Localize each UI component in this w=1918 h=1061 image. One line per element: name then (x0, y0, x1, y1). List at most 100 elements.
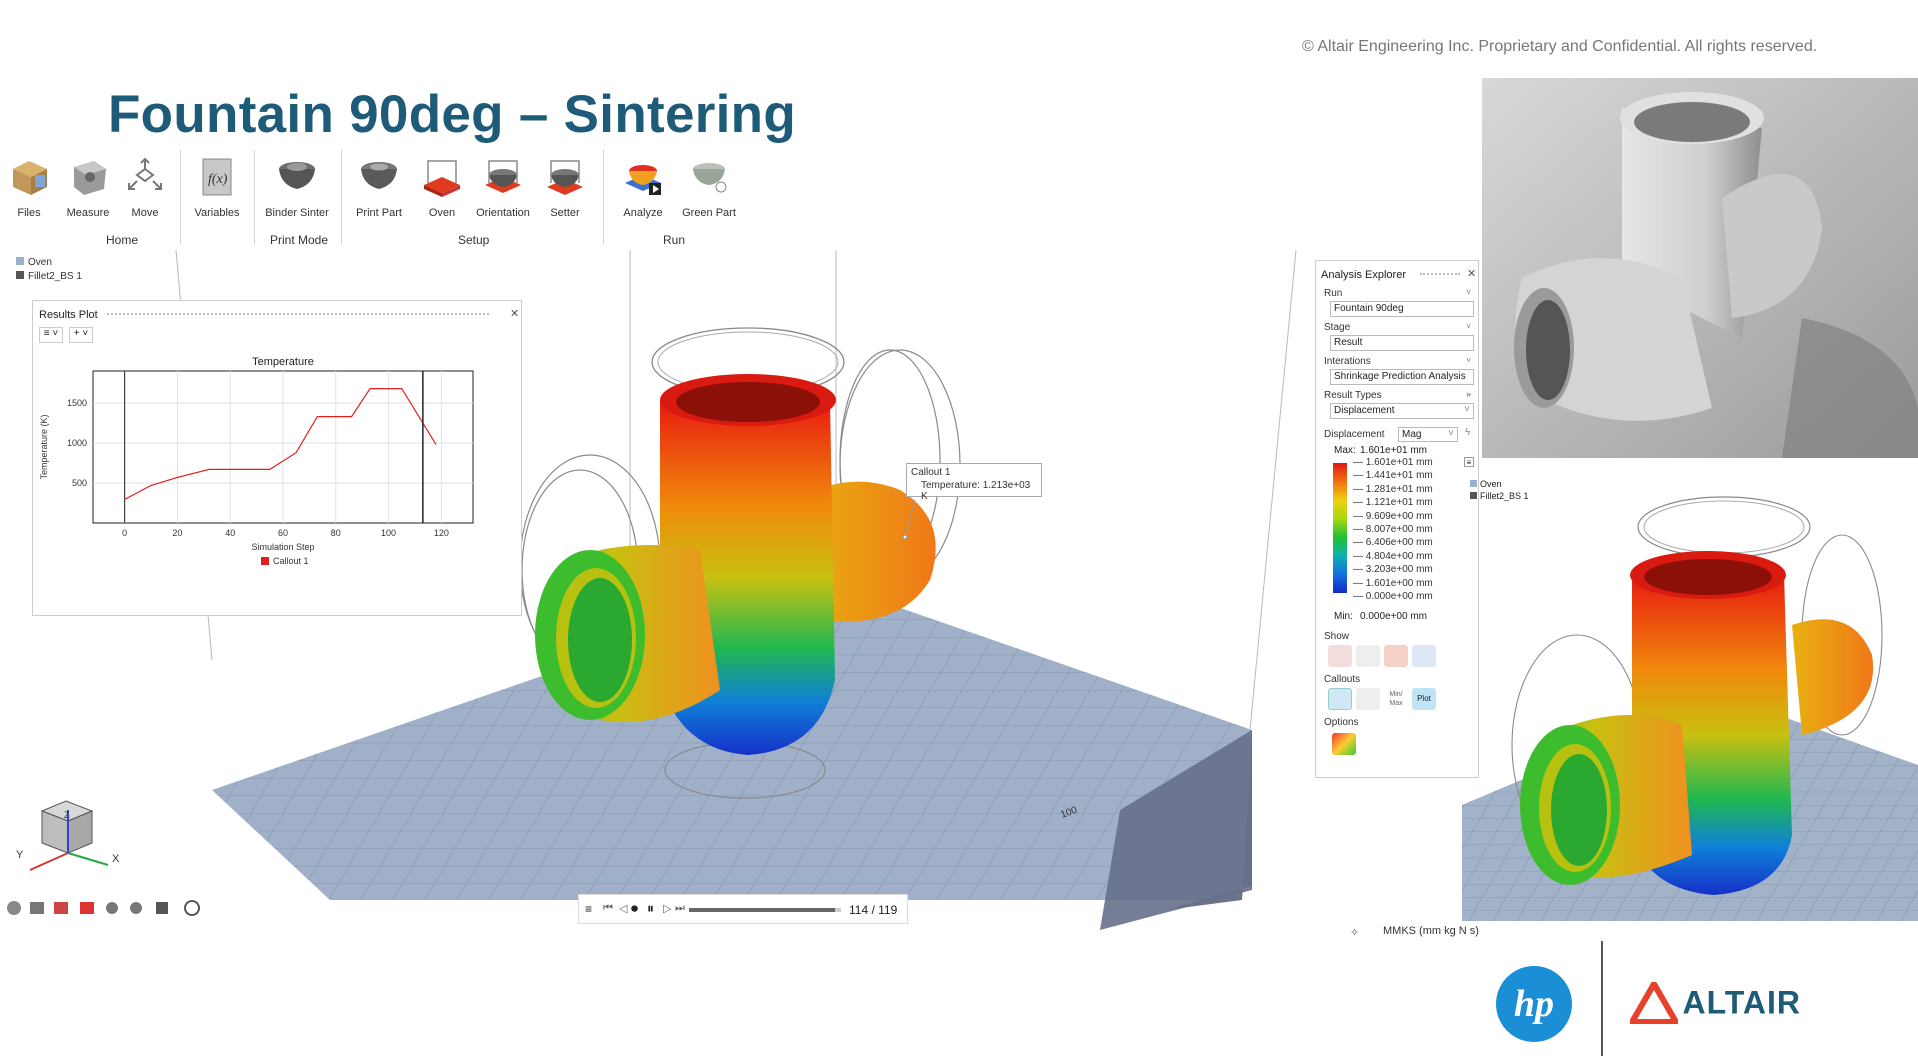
green-part-button[interactable]: Green Part (673, 155, 745, 219)
min-value: 0.000e+00 mm (1360, 611, 1427, 622)
x-axis-label: Simulation Step (251, 542, 314, 552)
function-icon: f(x) (195, 155, 239, 199)
legend-value: — 9.609e+00 mm (1353, 510, 1433, 522)
lightning-icon[interactable]: ϟ (1465, 427, 1470, 438)
legend-value: — 1.441e+01 mm (1353, 470, 1433, 482)
page-title: Fountain 90deg – Sintering (108, 85, 797, 144)
chevron-down-icon[interactable]: ˅ (1466, 321, 1471, 331)
options-label: Options (1324, 717, 1359, 728)
show-setter-icon[interactable] (1356, 645, 1380, 667)
orientation-label: Orientation (476, 207, 530, 219)
zoom-icon[interactable] (106, 902, 118, 914)
camera-icon[interactable] (30, 902, 44, 914)
files-label: Files (17, 207, 41, 219)
binder-sinter-button[interactable]: Binder Sinter (261, 155, 333, 219)
callout-value: Temperature: 1.213e+03 K (921, 480, 1031, 502)
axis-x-label: X (112, 853, 120, 865)
chart-title: Temperature (252, 356, 314, 368)
playback-bar[interactable]: ≡ ⏮ ◁ ⏺ ⏸ ▷ ⏭ 114 / 119 (578, 894, 908, 924)
last-frame-icon[interactable]: ⏭ (675, 902, 685, 915)
close-icon[interactable]: ✕ (510, 307, 519, 320)
fit-icon[interactable] (130, 902, 142, 914)
move-label: Move (131, 207, 159, 219)
copyright-notice: © Altair Engineering Inc. Proprietary an… (1302, 38, 1818, 55)
max-value: 1.601e+01 mm (1360, 445, 1427, 456)
legend-label: Callout 1 (273, 556, 309, 566)
orientation-icon (481, 155, 525, 199)
svg-text:f(x): f(x) (208, 172, 228, 187)
variables-label: Variables (194, 207, 240, 219)
result-type-select[interactable]: Displacement ˅ (1330, 403, 1474, 419)
temperature-chart: Temperature 0 20 40 60 80 100 120 500 1000 1500 Sim… (39, 356, 474, 566)
show-results-icon[interactable] (1412, 645, 1436, 667)
group-setup: Setup (458, 233, 490, 247)
variables-button[interactable]: f(x) Variables (181, 155, 253, 219)
y-tick-label: 1000 (67, 438, 87, 448)
legend-value: — 0.000e+00 mm (1353, 591, 1433, 602)
callout-note-icon[interactable] (1356, 688, 1380, 710)
record-icon[interactable]: ⏺ (631, 900, 638, 917)
analysis-explorer-panel[interactable]: Analysis Explorer ✕ Run ˅ Fountain 90deg… (1315, 260, 1479, 778)
section-icon[interactable] (80, 902, 94, 914)
run-field[interactable]: Fountain 90deg (1330, 301, 1474, 317)
show-oven-icon[interactable] (1384, 645, 1408, 667)
callout-probe-icon[interactable] (1328, 688, 1352, 710)
axis-z-label: Z (64, 810, 70, 820)
playback-slider[interactable] (689, 908, 841, 912)
max-label: Max: (1334, 445, 1356, 456)
move-icon (123, 155, 167, 199)
stage-field[interactable]: Result (1330, 335, 1474, 351)
analyze-icon (621, 155, 665, 199)
iterations-label: Interations (1324, 356, 1371, 367)
view-toolbar[interactable] (7, 900, 200, 916)
green-part-label: Green Part (682, 207, 736, 219)
results-plot-title: Results Plot (39, 309, 98, 321)
chevron-down-icon[interactable]: ˅ (1466, 287, 1471, 297)
analyze-button[interactable]: Analyze (607, 155, 679, 219)
plot-button[interactable]: Plot (1412, 688, 1436, 710)
iterations-field[interactable]: Shrinkage Prediction Analysis (1330, 369, 1474, 385)
step-back-icon[interactable]: ◁ (619, 902, 627, 915)
results-plot-panel[interactable]: Results Plot ✕ ≡ ˅ + ˅ Temperature 0 20 40 6… (32, 300, 522, 616)
legend-value: — 3.203e+00 mm (1353, 564, 1433, 576)
clip-icon[interactable] (54, 902, 68, 914)
print-part-button[interactable]: Print Part (343, 155, 415, 219)
ribbon-separator (341, 150, 342, 245)
callout-box[interactable]: Callout 1 Temperature: 1.213e+03 K (906, 463, 1042, 502)
drag-handle[interactable] (1420, 273, 1460, 275)
step-forward-icon[interactable]: ▷ (663, 902, 671, 915)
ribbon-separator (254, 150, 255, 245)
show-part-icon[interactable] (1328, 645, 1352, 667)
secondary-viewport[interactable] (1462, 475, 1918, 921)
drag-handle[interactable] (107, 313, 489, 318)
x-tick-label: 120 (434, 528, 449, 538)
print-part-icon (357, 155, 401, 199)
menu-icon[interactable]: ≡ (585, 902, 592, 916)
y-tick-label: 1500 (67, 398, 87, 408)
options-icon[interactable] (1332, 733, 1356, 755)
first-frame-icon[interactable]: ⏮ (603, 902, 613, 915)
shade-icon[interactable] (156, 902, 168, 914)
chevron-down-icon[interactable]: ˅ (1466, 355, 1471, 365)
chevrons-icon[interactable]: » (1466, 389, 1471, 399)
group-print-mode: Print Mode (270, 233, 329, 247)
folder-icon (7, 155, 51, 199)
displacement-mode-select[interactable]: Mag ˅ (1398, 427, 1458, 442)
legend-value: — 1.601e+00 mm (1353, 577, 1433, 589)
setter-button[interactable]: Setter (529, 155, 601, 219)
ribbon-separator (603, 150, 604, 245)
view-cube[interactable]: Y X Z (16, 800, 120, 871)
globe-icon[interactable] (184, 900, 200, 916)
legend-menu-icon[interactable]: ≡ (1464, 457, 1474, 467)
displacement-label: Displacement (1324, 429, 1385, 440)
gear-icon[interactable]: ✧ (1350, 926, 1359, 939)
green-part-icon (687, 155, 731, 199)
view-icon[interactable] (7, 901, 21, 915)
close-icon[interactable]: ✕ (1467, 267, 1476, 280)
oven-icon (420, 155, 464, 199)
x-tick-label: 60 (278, 528, 288, 538)
x-tick-label: 40 (225, 528, 235, 538)
move-button[interactable]: Move (109, 155, 181, 219)
minmax-button[interactable]: Min/ Max (1384, 688, 1408, 710)
pause-icon[interactable]: ⏸ (647, 900, 654, 917)
